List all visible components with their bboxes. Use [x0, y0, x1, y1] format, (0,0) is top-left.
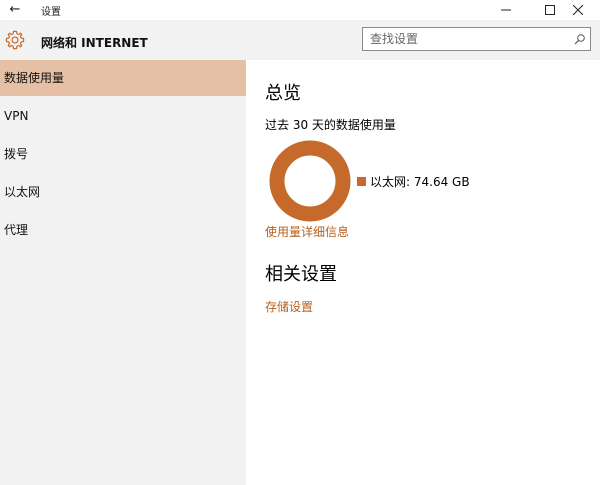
usage-donut-chart [269, 140, 351, 222]
maximize-icon [545, 5, 555, 15]
search-input[interactable] [363, 28, 570, 50]
legend-swatch [357, 177, 366, 186]
search-box[interactable] [362, 27, 591, 51]
storage-settings-link[interactable]: 存储设置 [265, 298, 313, 315]
related-settings-heading: 相关设置 [265, 264, 337, 285]
settings-header: 网络和 INTERNET [0, 20, 600, 60]
search-icon[interactable] [574, 33, 586, 45]
main-content: 总览 过去 30 天的数据使用量 以太网: 74.64 GB 使用量详细信息 相… [246, 60, 600, 485]
sidebar-item-dialup[interactable]: 拨号 [0, 136, 246, 172]
minimize-icon [501, 9, 511, 11]
usage-period-label: 过去 30 天的数据使用量 [265, 118, 396, 132]
usage-details-link[interactable]: 使用量详细信息 [265, 223, 349, 240]
minimize-button[interactable] [484, 0, 528, 20]
close-button[interactable] [556, 0, 600, 20]
legend-label: 以太网: 74.64 GB [370, 175, 470, 189]
window-title: 设置 [41, 7, 61, 18]
back-arrow-icon[interactable]: ← [4, 1, 26, 19]
sidebar-item-proxy[interactable]: 代理 [0, 212, 246, 248]
page-title: 网络和 INTERNET [41, 36, 148, 50]
sidebar: 数据使用量 VPN 拨号 以太网 代理 [0, 60, 246, 485]
sidebar-item-data-usage[interactable]: 数据使用量 [0, 60, 246, 96]
sidebar-item-ethernet[interactable]: 以太网 [0, 174, 246, 210]
gear-icon [5, 30, 25, 50]
donut-ethernet-segment [269, 140, 351, 222]
close-icon [573, 5, 583, 15]
title-bar: ← 设置 [0, 0, 600, 20]
sidebar-item-vpn[interactable]: VPN [0, 98, 246, 134]
overview-heading: 总览 [265, 83, 301, 104]
usage-legend: 以太网: 74.64 GB [357, 173, 470, 190]
